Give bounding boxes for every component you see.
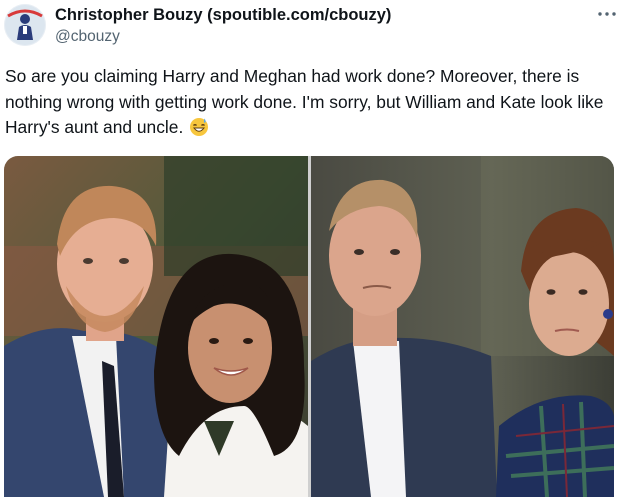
photo-william-kate[interactable] [311, 156, 614, 497]
grinning-face-with-sweat-icon [189, 117, 209, 137]
tweet-text: So are you claiming Harry and Meghan had… [5, 64, 627, 141]
author-handle[interactable]: @cbouzy [55, 28, 120, 46]
tweet-media[interactable] [4, 156, 614, 497]
more-options-icon[interactable] [596, 5, 618, 23]
avatar[interactable] [4, 4, 46, 46]
author-name[interactable]: Christopher Bouzy (spoutible.com/cbouzy) [55, 6, 391, 25]
tweet-text-body: So are you claiming Harry and Meghan had… [5, 66, 604, 137]
photo-harry-meghan[interactable] [4, 156, 308, 497]
